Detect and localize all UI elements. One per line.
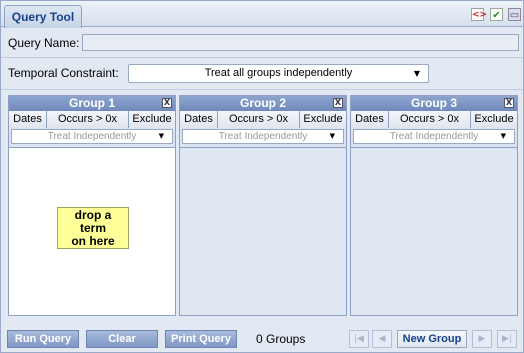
temporal-constraint-label: Temporal Constraint: (8, 66, 119, 80)
divider (1, 89, 523, 90)
clear-button[interactable]: Clear (86, 330, 158, 348)
group-toolbar: Dates Occurs > 0x Exclude (180, 111, 346, 128)
dates-button[interactable]: Dates (351, 111, 389, 128)
occurs-button[interactable]: Occurs > 0x (47, 111, 129, 128)
tab-query-tool[interactable]: Query Tool (4, 5, 82, 28)
dates-button[interactable]: Dates (180, 111, 218, 128)
window-icon[interactable]: ▭ (508, 8, 521, 21)
run-query-button[interactable]: Run Query (7, 330, 79, 348)
close-icon[interactable]: X (162, 98, 172, 108)
group-header: Group 2 X (180, 96, 346, 111)
exclude-button[interactable]: Exclude (129, 111, 175, 128)
query-name-input[interactable] (82, 34, 519, 51)
term-drop-area[interactable] (180, 147, 346, 315)
group-panel-3: Group 3 X Dates Occurs > 0x Exclude Trea… (350, 95, 518, 316)
check-icon[interactable]: ✔ (490, 8, 503, 21)
last-page-icon[interactable]: ▶| (497, 330, 517, 348)
group-timing-value: Treat Independently (47, 131, 137, 142)
previous-page-icon[interactable]: ◀ (372, 330, 392, 348)
close-icon[interactable]: X (333, 98, 343, 108)
group-timing-value: Treat Independently (218, 131, 308, 142)
print-query-button[interactable]: Print Query (165, 330, 237, 348)
group-header: Group 3 X (351, 96, 517, 111)
new-group-button[interactable]: New Group (397, 330, 467, 348)
group-timing-select[interactable]: Treat Independently ▼ (182, 129, 344, 144)
drop-hint: drop a term on here (57, 207, 129, 249)
group-timing-select[interactable]: Treat Independently ▼ (11, 129, 173, 144)
group-header: Group 1 X (9, 96, 175, 111)
temporal-constraint-value: Treat all groups independently (204, 67, 353, 79)
drop-hint-line: on here (71, 234, 115, 248)
groups-count: 0 Groups (256, 332, 306, 346)
group-panel-2: Group 2 X Dates Occurs > 0x Exclude Trea… (179, 95, 347, 316)
chevron-down-icon: ▼ (500, 132, 506, 140)
first-page-icon[interactable]: |◀ (349, 330, 369, 348)
query-tool-panel: Query Tool <> ✔ ▭ Query Name: Temporal C… (0, 0, 524, 353)
group-toolbar: Dates Occurs > 0x Exclude (351, 111, 517, 128)
exclude-button[interactable]: Exclude (300, 111, 346, 128)
group-title: Group 1 (68, 96, 115, 110)
chevron-down-icon: ▼ (158, 132, 164, 140)
query-name-label: Query Name: (8, 36, 80, 50)
occurs-button[interactable]: Occurs > 0x (218, 111, 300, 128)
exclude-button[interactable]: Exclude (471, 111, 517, 128)
group-timing-select[interactable]: Treat Independently ▼ (353, 129, 515, 144)
dates-button[interactable]: Dates (9, 111, 47, 128)
close-icon[interactable]: X (504, 98, 514, 108)
temporal-constraint-select[interactable]: Treat all groups independently ▼ (128, 64, 429, 83)
group-toolbar: Dates Occurs > 0x Exclude (9, 111, 175, 128)
group-panel-1: Group 1 X Dates Occurs > 0x Exclude Trea… (8, 95, 176, 316)
tab-strip: Query Tool <> ✔ ▭ (1, 1, 523, 28)
group-title: Group 2 (239, 96, 286, 110)
occurs-button[interactable]: Occurs > 0x (389, 111, 471, 128)
bottom-toolbar: Run Query Clear Print Query 0 Groups |◀ … (1, 323, 523, 353)
chevron-down-icon: ▼ (329, 132, 335, 140)
xml-icon[interactable]: <> (471, 8, 487, 21)
divider (1, 57, 523, 58)
chevron-down-icon: ▼ (413, 69, 420, 78)
term-drop-area[interactable] (351, 147, 517, 315)
group-timing-value: Treat Independently (389, 131, 479, 142)
group-title: Group 3 (410, 96, 457, 110)
term-drop-area[interactable]: drop a term on here (9, 147, 175, 315)
next-page-icon[interactable]: ▶ (472, 330, 492, 348)
